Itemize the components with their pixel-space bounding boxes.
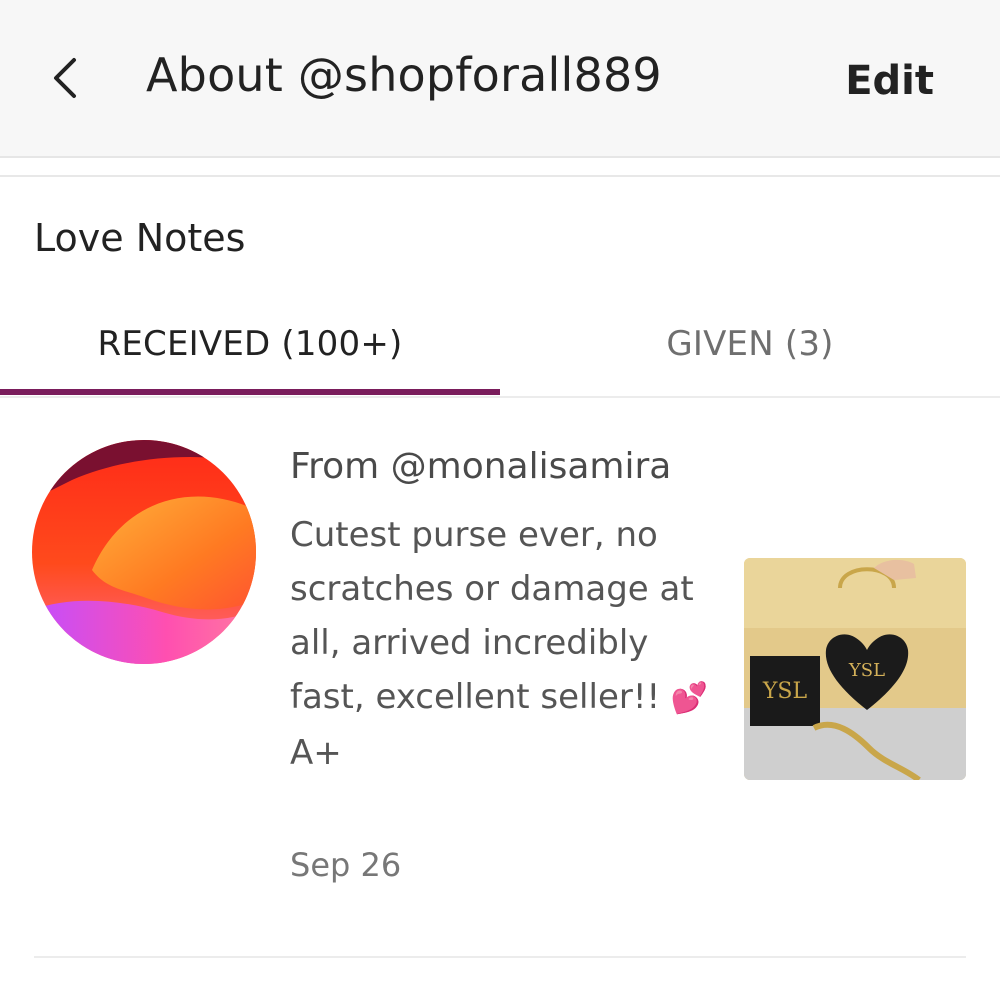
tab-received[interactable]: RECEIVED (100+) bbox=[0, 292, 500, 396]
chevron-left-icon bbox=[54, 58, 76, 98]
love-notes-tabs: RECEIVED (100+) GIVEN (3) bbox=[0, 292, 1000, 398]
list-divider bbox=[34, 956, 966, 958]
tab-given[interactable]: GIVEN (3) bbox=[500, 292, 1000, 396]
page-title: About @shopforall889 bbox=[146, 48, 662, 102]
avatar[interactable] bbox=[32, 440, 256, 664]
svg-text:YSL: YSL bbox=[762, 679, 808, 704]
note-message: Cutest purse ever, no scratches or damag… bbox=[290, 515, 694, 717]
back-button[interactable] bbox=[44, 50, 92, 106]
listing-thumbnail[interactable]: YSL YSL bbox=[744, 558, 966, 780]
edit-button[interactable]: Edit bbox=[845, 58, 934, 104]
top-bar: About @shopforall889 Edit bbox=[0, 0, 1000, 158]
svg-text:YSL: YSL bbox=[848, 660, 885, 681]
section-title: Love Notes bbox=[34, 216, 246, 260]
note-author: From @monalisamira bbox=[290, 446, 672, 487]
note-text: Cutest purse ever, no scratches or damag… bbox=[290, 508, 710, 780]
two-hearts-icon: 💕 bbox=[670, 681, 709, 716]
header-spacer bbox=[0, 160, 1000, 176]
gradient-avatar bbox=[32, 440, 256, 664]
love-note-item[interactable]: From @monalisamira Cutest purse ever, no… bbox=[0, 398, 1000, 958]
header-divider bbox=[0, 175, 1000, 177]
note-grade: A+ bbox=[290, 733, 342, 773]
heart-purse-photo: YSL YSL bbox=[744, 558, 966, 780]
note-date: Sep 26 bbox=[290, 846, 402, 884]
active-tab-indicator bbox=[0, 389, 500, 395]
